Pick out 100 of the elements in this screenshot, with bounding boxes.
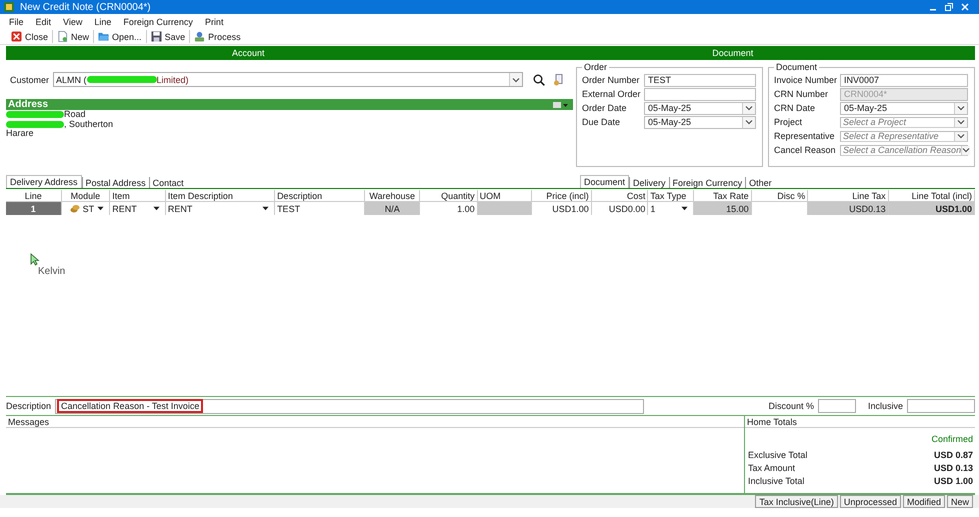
field-label: Invoice Number bbox=[774, 75, 838, 85]
tab[interactable]: Delivery Address bbox=[6, 175, 82, 188]
field-label: Cancel Reason bbox=[774, 145, 837, 155]
tab[interactable]: Other bbox=[745, 177, 775, 188]
column-header[interactable]: Disc % bbox=[752, 190, 808, 202]
column-header[interactable]: Cost bbox=[592, 190, 648, 202]
dropdown-field[interactable]: Select a Representative bbox=[840, 130, 968, 142]
total-value: USD 0.87 bbox=[934, 450, 973, 460]
total-value: USD 0.13 bbox=[934, 462, 973, 472]
section-title: Account bbox=[230, 48, 266, 58]
customer-dropdown[interactable]: ALMN ( Limited) bbox=[53, 72, 524, 87]
field-label: CRN Number bbox=[774, 89, 830, 99]
column-header[interactable]: Quantity bbox=[420, 190, 478, 202]
search-icon[interactable] bbox=[533, 74, 546, 86]
field-label: Order Date bbox=[582, 103, 628, 113]
panel-header: Home Totals bbox=[745, 416, 975, 428]
toolbar-button[interactable]: Close bbox=[7, 30, 54, 43]
field-label: Description bbox=[6, 401, 52, 411]
table-cell: 15.00 bbox=[694, 202, 752, 215]
table-cell[interactable]: USD1.00 bbox=[532, 202, 592, 215]
pointer-icon bbox=[30, 253, 40, 266]
column-header[interactable]: Item bbox=[110, 190, 166, 202]
table-cell[interactable]: USD0.00 bbox=[592, 202, 648, 215]
dropdown-field[interactable]: 05-May-25 bbox=[644, 116, 756, 128]
field-label: External Order bbox=[582, 89, 642, 99]
field-label: Representative bbox=[774, 131, 836, 141]
dropdown-field[interactable]: 05-May-25 bbox=[644, 102, 756, 114]
dropdown-arrow-icon[interactable] bbox=[97, 206, 104, 211]
save-icon bbox=[150, 31, 162, 42]
table-cell: N/A bbox=[365, 202, 420, 215]
restore-icon[interactable] bbox=[945, 3, 953, 11]
toolbar-button[interactable]: New bbox=[53, 30, 94, 43]
column-header[interactable]: Description bbox=[275, 190, 366, 202]
status-pane: New bbox=[946, 495, 973, 508]
menu-item[interactable]: Print bbox=[204, 16, 224, 26]
dropdown-cell[interactable]: RENT bbox=[166, 202, 276, 215]
status-pane: Unprocessed bbox=[840, 495, 901, 508]
tab[interactable]: Contact bbox=[148, 177, 187, 188]
address-line: Road bbox=[64, 110, 86, 120]
dropdown-cell[interactable]: RENT bbox=[110, 202, 166, 215]
menu-icon[interactable] bbox=[553, 100, 569, 108]
redaction-mark bbox=[86, 76, 157, 83]
chevron-down-icon[interactable] bbox=[512, 76, 520, 82]
table-cell: USD0.13 bbox=[808, 202, 889, 215]
menu-item[interactable]: Foreign Currency bbox=[123, 16, 193, 26]
coins-icon bbox=[70, 204, 80, 213]
toolbar-button[interactable]: Save bbox=[146, 30, 190, 43]
field-label: CRN Date bbox=[774, 103, 816, 113]
document-coins-icon[interactable] bbox=[553, 74, 564, 86]
field-label: Order Number bbox=[582, 75, 641, 85]
close-icon[interactable] bbox=[961, 3, 969, 11]
total-label: Exclusive Total bbox=[748, 450, 808, 460]
input-field[interactable]: INV0007 bbox=[840, 74, 968, 86]
toolbar-button[interactable]: Open... bbox=[94, 30, 147, 43]
dropdown-field[interactable]: Select a Project bbox=[840, 116, 968, 128]
app-icon bbox=[4, 2, 14, 12]
discount-field[interactable] bbox=[818, 399, 856, 413]
dropdown-arrow-icon[interactable] bbox=[681, 206, 688, 211]
close-icon bbox=[11, 31, 22, 42]
address-line: Harare bbox=[6, 129, 34, 138]
menu-item[interactable]: File bbox=[9, 16, 24, 26]
section-title: Address bbox=[8, 99, 50, 110]
column-header[interactable]: Module bbox=[62, 190, 110, 202]
dropdown-arrow-icon[interactable] bbox=[152, 206, 160, 211]
column-header[interactable]: Item Description bbox=[166, 190, 276, 202]
input-field[interactable]: TEST bbox=[644, 74, 756, 86]
field-label: Project bbox=[774, 117, 804, 127]
folder-icon bbox=[98, 31, 110, 42]
dropdown-field[interactable]: 05-May-25 bbox=[840, 102, 968, 114]
tab[interactable]: Document bbox=[580, 175, 630, 188]
field-label: Customer bbox=[10, 74, 50, 84]
menu-item[interactable]: Edit bbox=[36, 16, 52, 26]
window-title: New Credit Note (CRN0004*) bbox=[20, 2, 152, 12]
line-number: 1 bbox=[6, 202, 62, 215]
module-cell[interactable]: ST bbox=[62, 202, 110, 215]
customer-code: ALMN ( bbox=[56, 74, 87, 84]
description-field[interactable]: Cancellation Reason - Test Invoice bbox=[55, 398, 644, 414]
inclusive-field[interactable] bbox=[907, 399, 975, 413]
process-icon bbox=[194, 31, 206, 42]
customer-name: Limited) bbox=[156, 74, 189, 84]
column-header[interactable]: Tax Type bbox=[648, 190, 694, 202]
menu-item[interactable]: View bbox=[63, 16, 82, 26]
input-field[interactable] bbox=[644, 88, 756, 100]
address-line: , Southerton bbox=[64, 120, 114, 129]
total-label: Inclusive Total bbox=[748, 476, 804, 486]
menu-item[interactable]: Line bbox=[94, 16, 112, 26]
tab[interactable]: Postal Address bbox=[82, 177, 149, 188]
dropdown-field[interactable]: Select a Cancellation Reason bbox=[840, 144, 968, 156]
field-label: Due Date bbox=[582, 117, 622, 127]
description-value: Cancellation Reason - Test Invoice bbox=[57, 399, 204, 413]
tab[interactable]: Foreign Currency bbox=[668, 177, 746, 188]
dropdown-arrow-icon[interactable] bbox=[262, 206, 270, 211]
tab[interactable]: Delivery bbox=[629, 177, 669, 188]
status-pane: Tax Inclusive(Line) bbox=[755, 495, 838, 508]
toolbar-button[interactable]: Process bbox=[190, 30, 245, 43]
column-header[interactable]: Price (incl) bbox=[532, 190, 592, 202]
panel-header: Messages bbox=[6, 416, 744, 428]
total-value: USD 1.00 bbox=[934, 476, 973, 486]
group-title: Document bbox=[775, 62, 818, 72]
table-cell bbox=[478, 202, 532, 215]
